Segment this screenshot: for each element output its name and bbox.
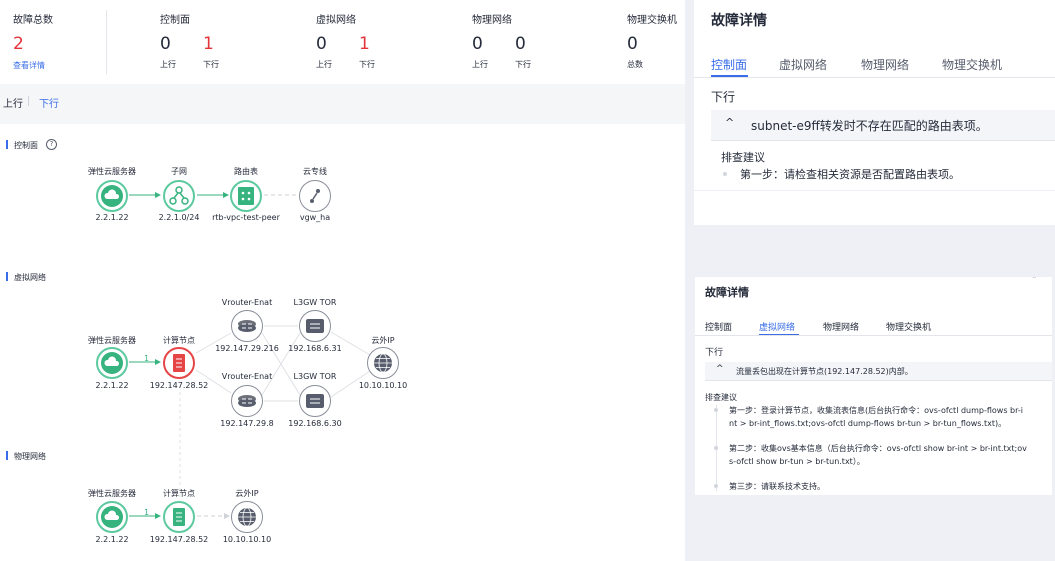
node-sub: 192.147.28.52 [149,381,209,390]
router-icon [238,395,256,407]
ecs-node[interactable] [96,501,128,533]
chevron-up-icon[interactable]: ^ [725,116,734,129]
external-ip-node[interactable] [231,501,263,533]
step-bullet [714,446,718,450]
switch-icon [306,319,324,333]
route-table-node[interactable] [230,180,262,212]
direct-connect-node[interactable] [299,180,331,212]
cloud-icon [101,506,123,528]
server-icon [173,508,185,526]
section-title-physical: 物理网络 [14,452,46,461]
panel-title: 故障详情 [711,13,767,29]
tab-physical-network[interactable]: 物理网络 [861,56,909,73]
globe-icon [238,507,256,527]
advice-step-line: 第二步：收集ovs基本信息（后台执行命令：ovs-ofctl show br-i… [729,444,1027,453]
node-sub: 10.10.10.10 [358,381,408,390]
compute-node[interactable] [163,501,195,533]
node-sub: 10.10.10.10 [222,535,272,544]
section-title-control: 控制面 [14,141,38,150]
tab-physical-switch[interactable]: 物理交换机 [942,56,1002,73]
switch-icon [306,394,324,408]
node-label: L3GW TOR [293,298,337,307]
tab-control-plane[interactable]: 控制面 [705,320,732,333]
divider [694,190,1055,191]
close-icon[interactable]: ¨ [1032,277,1037,287]
external-ip-node[interactable] [367,347,399,379]
tab-virtual-network[interactable]: 虚拟网络 [759,320,795,333]
section-marker [6,451,8,460]
advice-title: 排查建议 [721,151,765,164]
section-marker [6,272,8,281]
vrouter-node[interactable] [231,385,263,417]
help-icon[interactable]: ? [46,139,57,150]
route-table-icon [238,187,254,205]
node-sub: 192.168.6.30 [288,419,342,428]
direct-connect-icon [310,189,320,203]
l3gw-tor-node[interactable] [299,310,331,342]
step-bullet [723,172,727,176]
fault-item[interactable]: ^ 流量丢包出现在计算节点(192.147.28.52)内部。 [705,362,1052,381]
tab-physical-switch[interactable]: 物理交换机 [886,320,931,333]
globe-icon [374,353,392,373]
edge-count: 1 [144,508,150,517]
router-icon [238,320,256,332]
section-marker [6,140,8,149]
tab-physical-network[interactable]: 物理网络 [823,320,859,333]
ecs-node[interactable] [96,180,128,212]
direction-label: 下行 [711,90,736,104]
server-icon [173,354,185,372]
tab-underline [694,77,1055,78]
panel-title: 故障详情 [705,286,749,299]
l3gw-tor-node[interactable] [299,385,331,417]
fault-detail-panel: 故障详情 控制面 虚拟网络 物理网络 物理交换机 下行 ^ subnet-e9f… [694,0,1055,225]
vrouter-node[interactable] [231,310,263,342]
edge-count: 1 [144,354,150,363]
topology-links [129,192,371,519]
node-label: 云外IP [235,489,259,498]
node-label: 云专线 [303,167,327,176]
cloud-icon [101,185,123,207]
advice-step-line: 第一步：登录计算节点，收集流表信息(后台执行命令：ovs-ofctl dump-… [729,406,1024,415]
tab-control-plane[interactable]: 控制面 [711,56,747,73]
advice-step-line: 第三步：请联系技术支持。 [729,482,825,491]
tab-virtual-network[interactable]: 虚拟网络 [779,56,827,73]
advice-step-line: s-ofctl show br-tun > br-tun.txt）。 [729,457,865,466]
advice-step: 第一步：请检查相关资源是否配置路由表项。 [740,168,960,181]
step-bullet [714,484,718,488]
chevron-up-icon[interactable]: ^ [716,364,724,374]
subnet-icon [169,186,189,205]
fault-description: subnet-e9ff转发时不存在匹配的路由表项。 [751,119,988,133]
direction-label: 下行 [705,348,724,358]
section-title-virtual: 虚拟网络 [14,273,46,282]
advice-step-line: nt > br-int_flows.txt;ovs-ofctl dump-flo… [729,419,1007,428]
fault-detail-panel-2: 故障详情 ¨ 控制面 虚拟网络 物理网络 物理交换机 下行 ^ 流量丢包出现在计… [695,277,1052,495]
fault-item[interactable]: ^ subnet-e9ff转发时不存在匹配的路由表项。 [711,110,1055,141]
fault-description: 流量丢包出现在计算节点(192.147.28.52)内部。 [736,367,913,376]
node-sub: vgw_ha [299,213,331,222]
advice-title: 排查建议 [705,393,737,402]
node-label: 云外IP [371,336,395,345]
compute-node-faulty[interactable] [163,347,195,379]
cloud-icon [101,352,123,374]
node-label: L3GW TOR [293,372,337,381]
subnet-node[interactable] [163,180,195,212]
tab-underline [695,335,1052,336]
step-bullet [714,408,718,412]
ecs-node[interactable] [96,347,128,379]
